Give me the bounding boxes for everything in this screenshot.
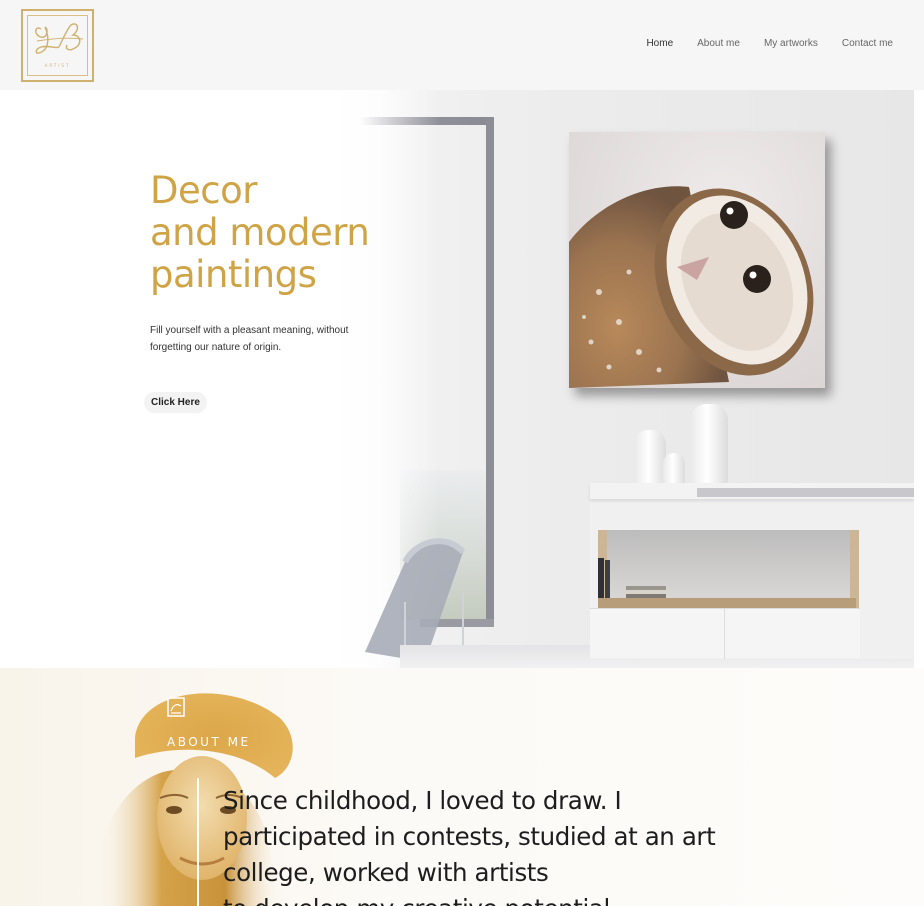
cabinet-drawers [590,608,860,659]
shelf-edge [697,488,914,497]
site-header: ARTIST Home About me My artworks Contact… [0,0,924,90]
main-nav: Home About me My artworks Contact me [646,38,893,49]
hero-section: Decor and modern paintings Fill yourself… [0,90,914,668]
nav-contact-link[interactable]: Contact me [842,38,893,49]
nav-artworks-link[interactable]: My artworks [764,38,818,49]
window-frame-right [486,117,494,627]
about-divider-line [197,778,199,906]
about-text: Since childhood, I loved to draw. I part… [223,786,716,906]
nav-about-link[interactable]: About me [697,38,740,49]
click-here-button[interactable]: Click Here [144,392,207,413]
vase-small-image [663,453,685,487]
site-logo[interactable]: ARTIST [21,9,94,82]
window-frame-top [360,117,494,125]
owl-painting-svg [569,132,825,388]
hero-title: Decor and modern paintings [150,169,370,296]
logo-monogram-icon [35,23,84,54]
logo-tagline: ARTIST [44,63,71,68]
vase-tall-image [690,404,728,486]
chair-image [365,538,465,662]
owl-painting-image[interactable] [569,132,825,388]
vase-short-image [634,430,666,486]
painting-frame-icon [167,697,185,717]
nav-home-link[interactable]: Home [646,38,673,49]
about-me-label: ABOUT ME [167,735,251,749]
hero-subtitle: Fill yourself with a pleasant meaning, w… [150,325,349,353]
about-section: ABOUT ME Since childhood, I loved to dra… [0,668,924,906]
cabinet-wood-shelf [598,598,856,608]
